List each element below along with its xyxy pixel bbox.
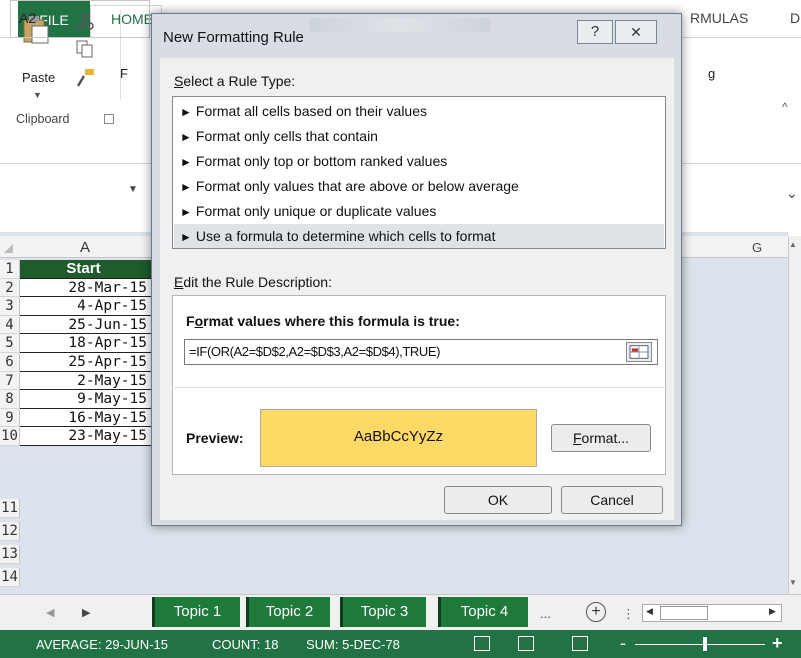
add-sheet-icon[interactable]: + [586,602,606,622]
paste-label[interactable]: Paste [22,70,55,85]
zoom-in-button[interactable]: + [772,633,783,654]
table-cell[interactable]: 25-Apr-15 [20,353,152,372]
divider [172,387,666,388]
chevron-down-icon[interactable]: ▼ [128,184,138,195]
arrow-icon: ► [180,105,192,119]
scroll-down-icon[interactable]: ▼ [789,578,797,587]
zoom-slider-thumb[interactable] [703,637,707,651]
zoom-slider[interactable] [635,644,765,645]
dialog-launcher-icon[interactable] [104,114,114,124]
arrow-icon: ► [180,180,192,194]
scroll-right-icon[interactable]: ▶ [769,606,776,617]
split-handle-icon[interactable]: ⋮ [622,606,635,622]
rule-description-label: Edit the Rule Description: [174,274,332,290]
status-sum: SUM: 5-DEC-78 [306,637,400,652]
table-cell[interactable]: 18-Apr-15 [20,334,152,353]
row-header[interactable]: 10 [0,427,20,446]
page-break-view-icon[interactable] [572,636,588,651]
title-bar-background [310,18,490,32]
scroll-up-icon[interactable]: ▲ [789,240,797,249]
format-preview-text: AaBbCcYyZz [353,428,444,445]
table-cell[interactable]: 16-May-15 [20,408,152,428]
arrow-icon: ► [180,130,192,144]
rule-type-item-selected[interactable]: ► Use a formula to determine which cells … [174,224,664,248]
arrow-icon: ► [180,155,192,169]
column-header-a[interactable]: A [20,236,150,258]
arrow-icon: ► [180,205,192,219]
row-header[interactable]: 13 [0,545,20,564]
row-header[interactable]: 11 [0,499,20,518]
arrow-icon: ► [180,230,192,244]
rule-type-item[interactable]: ► Format only cells that contain [174,124,664,148]
vertical-scrollbar[interactable] [788,236,801,594]
rule-type-item[interactable]: ► Format only unique or duplicate values [174,199,664,223]
dialog-title: New Formatting Rule [163,29,304,46]
cancel-button[interactable]: Cancel [561,486,663,514]
previous-sheet-icon[interactable]: ◀ [46,606,54,619]
help-button[interactable]: ? [577,20,613,44]
tab-data[interactable]: D [790,10,800,26]
status-average: AVERAGE: 29-JUN-15 [36,637,168,652]
table-cell[interactable]: 28-Mar-15 [20,278,152,298]
next-sheet-icon[interactable]: ▶ [82,606,90,619]
sheet-tab-topic-1[interactable]: Topic 1 [152,597,240,627]
status-count: COUNT: 18 [212,637,279,652]
expand-formula-bar-icon[interactable]: ⌄ [786,185,798,202]
row-header[interactable]: 2 [0,278,20,298]
table-cell[interactable]: 9-May-15 [20,390,152,409]
formula-input[interactable]: =IF(OR(A2=$D$2,A2=$D$3,A2=$D$4),TRUE) [184,339,658,365]
row-header[interactable]: 8 [0,390,20,409]
more-sheets-button[interactable]: ... [540,606,551,621]
name-box[interactable]: A2 [10,0,150,38]
formula-label: Format values where this formula is true… [186,313,460,329]
range-selector-icon[interactable] [626,342,652,362]
scroll-left-icon[interactable]: ◀ [646,606,653,617]
rule-type-item[interactable]: ► Format only values that are above or be… [174,174,664,198]
row-header[interactable]: 14 [0,568,20,587]
paste-dropdown-icon[interactable]: ▼ [33,90,42,100]
close-button[interactable]: ✕ [615,20,657,44]
row-header[interactable]: 1 [0,260,20,279]
sheet-tab-topic-3[interactable]: Topic 3 [340,597,426,627]
page-layout-view-icon[interactable] [518,636,534,651]
table-cell[interactable]: 4-Apr-15 [20,297,152,316]
tab-formulas[interactable]: RMULAS [690,10,748,26]
sheet-tab-topic-2[interactable]: Topic 2 [246,597,330,627]
row-header[interactable]: 7 [0,371,20,391]
copy-icon[interactable] [76,40,94,58]
cell-a1-header[interactable]: Start [20,260,152,279]
rule-type-label: Select a Rule Type: [174,73,296,89]
row-header[interactable]: 4 [0,315,20,335]
table-cell[interactable]: 23-May-15 [20,427,152,446]
clipboard-group-label: Clipboard [16,112,70,126]
scroll-thumb[interactable] [660,606,708,620]
column-header-g[interactable]: G [752,236,772,258]
table-cell[interactable]: 2-May-15 [20,371,152,391]
row-header[interactable]: 5 [0,334,20,353]
select-all-corner[interactable] [4,244,13,253]
table-cell[interactable]: 25-Jun-15 [20,315,152,335]
format-painter-icon[interactable] [76,68,96,88]
ribbon-fragment: g [708,66,716,81]
format-button[interactable]: Format... [551,424,651,452]
ok-button[interactable]: OK [444,486,552,514]
rule-type-item[interactable]: ► Format all cells based on their values [174,99,664,123]
row-header[interactable]: 9 [0,408,20,428]
normal-view-icon[interactable] [474,636,490,651]
font-group-fragment: F [120,66,128,81]
zoom-out-button[interactable]: - [620,633,626,654]
preview-label: Preview: [186,430,244,446]
row-header[interactable]: 12 [0,522,20,541]
rule-type-item[interactable]: ► Format only top or bottom ranked values [174,149,664,173]
collapse-ribbon-icon[interactable]: ^ [782,100,788,114]
row-header[interactable]: 6 [0,353,20,372]
row-header[interactable]: 3 [0,297,20,316]
sheet-tab-topic-4[interactable]: Topic 4 [438,597,528,627]
